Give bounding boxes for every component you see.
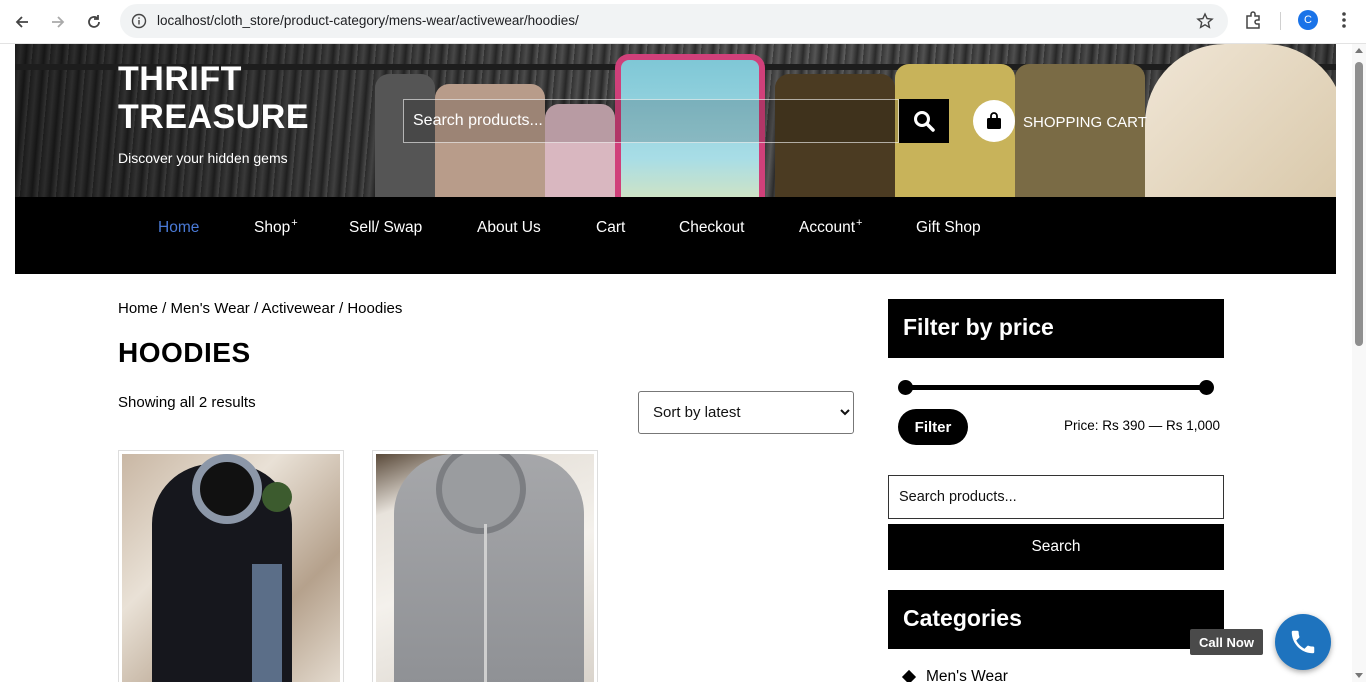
nav-label-checkout[interactable]: Checkout: [679, 219, 744, 236]
sort-select[interactable]: Sort by latest: [638, 391, 854, 434]
submenu-plus-icon[interactable]: +: [291, 217, 297, 229]
url-text[interactable]: localhost/cloth_store/product-category/m…: [157, 13, 579, 28]
reload-icon: [88, 15, 100, 28]
scrollbar-thumb[interactable]: [1355, 62, 1363, 346]
nav-label-about-us[interactable]: About Us: [477, 219, 541, 236]
category-item[interactable]: Men's Wear: [901, 668, 1008, 682]
profile-avatar[interactable]: C: [1298, 10, 1318, 30]
main-navigation: Home Shop+ Sell/ Swap About Us Cart Chec…: [15, 197, 1336, 274]
nav-label-gift-shop[interactable]: Gift Shop: [916, 219, 981, 236]
site-tagline: Discover your hidden gems: [118, 150, 288, 166]
nav-item-home[interactable]: Home: [158, 219, 199, 237]
sidebar-search-button[interactable]: Search: [888, 524, 1224, 570]
site-title-line1[interactable]: THRIFT: [118, 60, 309, 98]
nav-label-sell-swap[interactable]: Sell/ Swap: [349, 219, 422, 236]
nav-item-about-us[interactable]: About Us: [477, 219, 541, 237]
product-image-black-hoodie[interactable]: [122, 454, 340, 682]
toolbar-separator: [1280, 12, 1281, 30]
hoodie-hood: [192, 454, 262, 524]
page-scrollbar[interactable]: [1352, 44, 1366, 682]
forward-button[interactable]: [44, 8, 72, 36]
scroll-up-icon[interactable]: [1355, 48, 1363, 53]
back-arrow-icon: [15, 16, 28, 28]
sidebar-search-input[interactable]: [888, 475, 1224, 519]
nav-item-gift-shop[interactable]: Gift Shop: [916, 219, 981, 237]
nav-label-home[interactable]: Home: [158, 219, 199, 236]
nav-item-cart[interactable]: Cart: [596, 219, 625, 237]
nav-item-shop[interactable]: Shop+: [254, 217, 298, 237]
extensions-icon[interactable]: [1243, 10, 1263, 30]
filter-by-price-title: Filter by price: [888, 299, 1224, 358]
hoodie-zip: [484, 524, 487, 682]
scroll-down-icon[interactable]: [1355, 673, 1363, 678]
bullet-icon: [901, 669, 917, 682]
address-bar[interactable]: localhost/cloth_store/product-category/m…: [120, 4, 1228, 38]
banner-garment: [1145, 44, 1336, 197]
filter-button[interactable]: Filter: [898, 409, 968, 445]
price-range-label: Price: Rs 390 — Rs 1,000: [1064, 418, 1221, 433]
nav-label-cart[interactable]: Cart: [596, 219, 625, 236]
call-now-label[interactable]: Call Now: [1190, 629, 1263, 655]
nav-item-checkout[interactable]: Checkout: [679, 219, 744, 237]
site-info-icon[interactable]: [131, 13, 147, 29]
nav-label-account[interactable]: Account: [799, 219, 855, 236]
browser-toolbar: localhost/cloth_store/product-category/m…: [0, 0, 1366, 44]
price-slider-max-handle[interactable]: [1199, 380, 1214, 395]
forward-arrow-icon: [52, 16, 65, 28]
reload-button[interactable]: [80, 8, 108, 36]
product-card[interactable]: [372, 450, 598, 682]
shopping-bag-icon: [987, 112, 1001, 129]
bookmark-star-icon[interactable]: [1196, 12, 1214, 30]
page-title: HOODIES: [118, 337, 251, 368]
result-count: Showing all 2 results: [118, 394, 256, 411]
category-label[interactable]: Men's Wear: [926, 668, 1008, 682]
shopping-cart-button[interactable]: [973, 100, 1015, 142]
product-card[interactable]: [118, 450, 344, 682]
nav-item-account[interactable]: Account+: [799, 217, 862, 237]
product-image-grey-hoodie[interactable]: [376, 454, 594, 682]
back-button[interactable]: [8, 8, 36, 36]
nav-item-sell-swap[interactable]: Sell/ Swap: [349, 219, 422, 237]
call-now-button[interactable]: [1275, 614, 1331, 670]
browser-menu-icon[interactable]: [1336, 10, 1352, 30]
submenu-plus-icon[interactable]: +: [856, 217, 862, 229]
price-slider-min-handle[interactable]: [898, 380, 913, 395]
price-slider-track[interactable]: [905, 385, 1207, 390]
nav-label-shop[interactable]: Shop: [254, 219, 290, 236]
breadcrumb[interactable]: Home / Men's Wear / Activewear / Hoodies: [118, 300, 402, 317]
shopping-cart-label[interactable]: SHOPPING CART: [1023, 114, 1147, 131]
phone-icon: [1291, 630, 1315, 654]
search-icon: [914, 111, 935, 132]
categories-title: Categories: [888, 590, 1224, 649]
hoodie-panel: [252, 564, 282, 682]
header-search-input[interactable]: [403, 99, 899, 143]
decor-plant: [262, 482, 292, 512]
site-title[interactable]: THRIFT TREASURE: [118, 60, 309, 136]
site-title-line2[interactable]: TREASURE: [118, 98, 309, 136]
header-search-button[interactable]: [899, 99, 949, 143]
